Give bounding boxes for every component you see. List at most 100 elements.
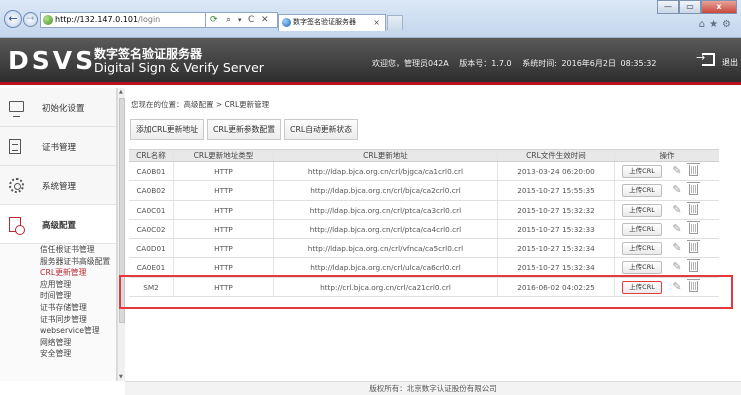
edit-pencil-icon[interactable]: ✎ — [671, 260, 683, 274]
cell-type: HTTP — [174, 200, 274, 219]
table-row: CA0E01 HTTP http://ldap.bjca.org.cn/crl/ul… — [129, 258, 719, 278]
table-row: SM2 HTTP http://crl.bjca.org.cn/crl/ca21cr… — [129, 277, 719, 298]
advanced-submenu: 信任根证书管理 服务器证书高级配置 CRL更新管理 应用管理 时间管理 证书存储… — [0, 244, 116, 360]
search-icon[interactable]: ⌕ — [226, 13, 231, 27]
back-arrow-icon[interactable]: ← — [4, 10, 22, 28]
edit-pencil-icon[interactable]: ✎ — [671, 280, 683, 294]
crl-auto-update-status-button[interactable]: CRL自动更新状态 — [284, 119, 358, 140]
scroll-up-icon[interactable]: ▲ — [119, 89, 123, 95]
advanced-config-icon — [9, 217, 25, 235]
edit-pencil-icon[interactable]: ✎ — [671, 222, 683, 236]
submenu-security[interactable]: 安全管理 — [0, 348, 116, 360]
forward-arrow-icon[interactable]: → — [23, 12, 38, 27]
add-crl-url-button[interactable]: 添加CRL更新地址 — [130, 119, 204, 140]
scroll-down-icon[interactable]: ▼ — [119, 374, 123, 380]
sidebar-item-label: 系统管理 — [42, 182, 77, 192]
sidebar-scrollbar[interactable]: ▲ ▼ — [117, 88, 125, 381]
scrollbar-thumb[interactable] — [119, 98, 125, 323]
delete-trash-icon[interactable] — [687, 220, 700, 234]
edit-pencil-icon[interactable]: ✎ — [671, 241, 683, 255]
sidebar-item-cert-management[interactable]: 证书管理 — [0, 127, 116, 166]
cell-type: HTTP — [174, 258, 274, 277]
cell-url: http://ldap.bjca.org.cn/crl/vfnca/ca5crl… — [274, 239, 498, 258]
breadcrumb: 您现在的位置：高级配置 > CRL更新管理 — [131, 100, 270, 109]
cell-time: 2015-10-27 15:55:35 — [498, 181, 615, 200]
delete-trash-icon[interactable] — [687, 259, 700, 273]
logout-link[interactable]: 退出 — [722, 57, 738, 68]
compat-view-icon[interactable]: ⟳ — [210, 13, 218, 27]
sidebar-item-system-management[interactable]: 系统管理 — [0, 166, 116, 205]
cell-type: HTTP — [174, 162, 274, 181]
column-header: 操作 — [659, 151, 675, 160]
delete-trash-icon[interactable] — [687, 240, 700, 254]
cell-url: http://ldap.bjca.org.cn/crl/ptca/ca4crl0… — [274, 219, 498, 239]
system-time: 系统时间: 2016年6月2日 08:35:32 — [522, 59, 657, 68]
cell-url: http://ldap.bjca.org.cn/crl/bjca/ca2crl0… — [274, 181, 498, 200]
logout-icon[interactable] — [696, 51, 715, 66]
sidebar-item-init-settings[interactable]: 初始化设置 — [0, 88, 116, 127]
submenu-app-management[interactable]: 应用管理 — [0, 279, 116, 291]
monitor-icon — [9, 101, 24, 117]
edit-pencil-icon[interactable]: ✎ — [671, 164, 683, 178]
restore-button[interactable]: ▭ — [679, 0, 701, 14]
submenu-network[interactable]: 网络管理 — [0, 337, 116, 349]
cell-actions: 上传CRL ✎ — [615, 278, 719, 296]
sidebar-item-label: 高级配置 — [42, 221, 77, 231]
stop-icon[interactable]: ✕ — [261, 13, 269, 27]
delete-trash-icon[interactable] — [687, 182, 700, 196]
action-button-bar: 添加CRL更新地址 CRL更新参数配置 CRL自动更新状态 — [130, 119, 361, 140]
cell-time: 2015-10-27 15:32:32 — [498, 200, 615, 219]
edit-pencil-icon[interactable]: ✎ — [671, 183, 683, 197]
table-row: CA0C01 HTTP http://ldap.bjca.org.cn/crl/pt… — [129, 200, 719, 220]
upload-crl-button[interactable]: 上传CRL — [622, 261, 662, 275]
submenu-webservice[interactable]: webservice管理 — [0, 325, 116, 337]
delete-trash-icon[interactable] — [687, 163, 700, 176]
edit-pencil-icon[interactable]: ✎ — [671, 203, 683, 217]
dropdown-icon[interactable]: ▾ — [238, 13, 242, 27]
cell-actions: 上传CRL ✎ — [615, 220, 719, 238]
logo-dsvs: DSVS — [8, 46, 97, 75]
new-tab-button[interactable] — [387, 15, 403, 30]
cell-url: http://ldap.bjca.org.cn/crl/bjgca/ca1crl… — [274, 162, 498, 181]
upload-crl-button[interactable]: 上传CRL — [622, 165, 662, 178]
table-row: CA0C02 HTTP http://ldap.bjca.org.cn/crl/pt… — [129, 219, 719, 240]
upload-crl-button[interactable]: 上传CRL — [622, 203, 662, 217]
address-tools: ⟳ ⌕ ▾ C ✕ — [206, 12, 278, 28]
submenu-server-cert-advanced[interactable]: 服务器证书高级配置 — [0, 256, 116, 268]
submenu-time-management[interactable]: 时间管理 — [0, 290, 116, 302]
submenu-crl-update[interactable]: CRL更新管理 — [0, 267, 116, 279]
tab-title: 数字签名验证服务器 — [293, 18, 356, 26]
delete-trash-icon[interactable] — [687, 278, 700, 292]
browser-tab[interactable]: 数字签名验证服务器 × — [278, 14, 386, 31]
cell-name: CA0D01 — [129, 239, 174, 258]
upload-crl-button[interactable]: 上传CRL — [622, 184, 662, 198]
app-header: DSVS 数字签名验证服务器 Digital Sign & Verify Ser… — [0, 38, 741, 85]
submenu-trust-root[interactable]: 信任根证书管理 — [0, 244, 116, 256]
cell-name: CA0B01 — [129, 162, 174, 181]
site-globe-icon — [43, 15, 53, 25]
address-bar[interactable]: http://132.147.0.101/login — [40, 12, 206, 28]
cell-type: HTTP — [174, 239, 274, 258]
cell-type: HTTP — [174, 219, 274, 239]
cell-type: HTTP — [174, 181, 274, 200]
upload-crl-button[interactable]: 上传CRL — [622, 222, 662, 236]
sidebar-item-advanced-config[interactable]: 高级配置 — [0, 205, 116, 244]
submenu-cert-storage[interactable]: 证书存储管理 — [0, 302, 116, 314]
tab-close-icon[interactable]: × — [373, 15, 380, 30]
cell-name: CA0B02 — [129, 181, 174, 200]
refresh-icon[interactable]: C — [248, 13, 254, 27]
upload-crl-button[interactable]: 上传CRL — [622, 242, 662, 256]
close-window-button[interactable]: x — [701, 0, 737, 14]
table-row: CA0D01 HTTP http://ldap.bjca.org.cn/crl/vf… — [129, 239, 719, 259]
submenu-cert-sync[interactable]: 证书同步管理 — [0, 314, 116, 326]
browser-toolbar-icons[interactable]: ⌂★⚙ — [699, 19, 735, 30]
crl-param-config-button[interactable]: CRL更新参数配置 — [207, 119, 281, 140]
cell-time: 2015-10-27 15:32:34 — [498, 258, 615, 277]
minimize-button[interactable]: — — [657, 0, 679, 14]
crl-table: CRL名称 CRL更新地址类型 CRL更新地址 CRL文件生效时间 操作 CA0… — [129, 149, 719, 298]
delete-trash-icon[interactable] — [687, 201, 700, 215]
upload-crl-button[interactable]: 上传CRL — [622, 280, 662, 294]
cell-actions: 上传CRL ✎ — [615, 258, 719, 276]
cell-name: SM2 — [129, 277, 174, 297]
column-header: CRL名称 — [129, 150, 174, 161]
